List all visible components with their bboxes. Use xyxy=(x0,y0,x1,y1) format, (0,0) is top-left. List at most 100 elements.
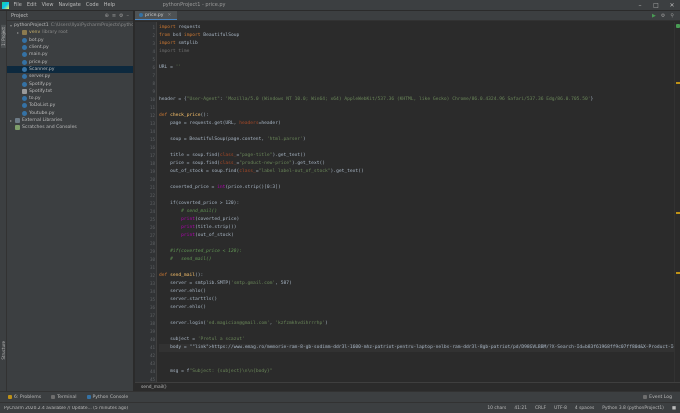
minimize-icon[interactable]: – xyxy=(632,2,648,9)
tree-item[interactable]: main.py xyxy=(7,51,133,58)
tree-item[interactable]: Scanner.py xyxy=(7,65,133,74)
tree-item-label: client.py xyxy=(29,45,49,51)
code-line[interactable]: import time xyxy=(159,48,189,56)
tree-item[interactable]: ▾ pythonProject1 C:\Users\Ilya\PycharmProj… xyxy=(7,22,133,29)
debug-icon[interactable]: ⚙ xyxy=(661,13,665,19)
locate-icon[interactable]: ⊕ xyxy=(105,13,109,19)
close-tab-icon[interactable]: ✕ xyxy=(168,13,172,18)
tool-window-bar: 6: Problems Terminal Python Console Even… xyxy=(0,391,680,402)
code-line[interactable]: out_of_stock = soup.find(class_="label l… xyxy=(159,168,364,176)
python-console-tool-button[interactable]: Python Console xyxy=(86,395,128,400)
run-icon[interactable]: ▶ xyxy=(652,13,656,19)
warning-marker[interactable] xyxy=(676,212,680,214)
menu-view[interactable]: View xyxy=(39,2,56,8)
code-line[interactable]: server.starttls() xyxy=(159,296,217,304)
menu-navigate[interactable]: Navigate xyxy=(56,2,83,8)
code-line[interactable]: coverted_price = int(price.strip()[0:3]) xyxy=(159,184,281,192)
file-encoding[interactable]: UTF-8 xyxy=(550,406,571,411)
indent-setting[interactable]: 4 spaces xyxy=(571,406,598,411)
code-line[interactable]: header = {"User-Agent": 'Mozilla/5.0 (Wi… xyxy=(159,96,593,104)
code-line[interactable]: page = requests.get(URL, headers=header) xyxy=(159,120,281,128)
code-line[interactable]: from bs4 import BeautifulSoup xyxy=(159,32,239,40)
code-line[interactable]: server.ehlo() xyxy=(159,288,206,296)
lock-icon[interactable]: ■ xyxy=(668,406,680,411)
code-line[interactable]: server.login('ed.magician@gmail.com', 'k… xyxy=(159,320,328,328)
close-icon[interactable]: ✕ xyxy=(664,2,680,9)
code-line[interactable]: body = ""link">https://www.emag.ro/memor… xyxy=(159,344,680,352)
code-line[interactable]: # send_mail() xyxy=(159,208,217,216)
code-line[interactable]: server.ehlo() xyxy=(159,304,206,312)
tree-item[interactable]: ▸ venv library root xyxy=(7,29,133,36)
tree-item[interactable]: Scratches and Consoles xyxy=(7,124,133,131)
code-line[interactable]: price = soup.find(class_="product-new-pr… xyxy=(159,160,325,168)
line-number: 22 xyxy=(149,193,155,198)
code-line[interactable]: import smtplib xyxy=(159,40,198,48)
line-number: 1 xyxy=(152,25,155,30)
menu-edit[interactable]: Edit xyxy=(24,2,39,8)
tree-item[interactable]: bot.py xyxy=(7,37,133,44)
code-line[interactable]: soup = BeautifulSoup(page.content, 'html… xyxy=(159,136,306,144)
structure-tool-button[interactable]: Structure xyxy=(1,341,6,360)
line-number: 40 xyxy=(149,337,155,342)
line-number: 26 xyxy=(149,225,155,230)
code-line[interactable]: title = soup.find(class_="page-title").g… xyxy=(159,152,306,160)
project-tool-button[interactable]: 1: Project xyxy=(1,25,6,48)
line-separator[interactable]: CRLF xyxy=(531,406,550,411)
code-line[interactable]: server = smtplib.SMTP('smtp.gmail.com', … xyxy=(159,280,292,288)
tree-item[interactable]: Youtube.py xyxy=(7,110,133,117)
line-number: 44 xyxy=(149,369,155,374)
line-number: 28 xyxy=(149,241,155,246)
tree-item[interactable]: Spotify.txt xyxy=(7,88,133,95)
code-line[interactable]: msg = f"Subject: {subject}\n\n{body}" xyxy=(159,368,272,376)
line-number: 18 xyxy=(149,161,155,166)
hide-icon[interactable]: – xyxy=(127,13,130,19)
warning-marker[interactable] xyxy=(676,272,680,274)
terminal-tool-button[interactable]: Terminal xyxy=(51,395,77,400)
menu-code[interactable]: Code xyxy=(83,2,101,8)
code-line[interactable]: import requests xyxy=(159,24,201,32)
code-line[interactable]: print(out_of_stock) xyxy=(159,232,234,240)
code-line[interactable]: def send_mail(): xyxy=(159,272,203,280)
code-line[interactable]: URL = '' xyxy=(159,64,181,72)
maximize-icon[interactable]: □ xyxy=(648,2,664,9)
tab-price-py[interactable]: price.py ✕ xyxy=(135,11,178,20)
tree-item[interactable]: Spotify.py xyxy=(7,80,133,87)
tree-item[interactable]: price.py xyxy=(7,58,133,65)
tree-item[interactable]: ToDoList.py xyxy=(7,102,133,109)
python-file-icon xyxy=(22,59,27,65)
menu-help[interactable]: Help xyxy=(101,2,117,8)
problems-tool-button[interactable]: 6: Problems xyxy=(8,395,41,400)
tree-item-label: venv xyxy=(29,30,41,36)
inspection-ok-icon[interactable] xyxy=(676,24,680,28)
code-area[interactable]: import requests from bs4 import Beautiful… xyxy=(159,22,680,391)
event-log-icon xyxy=(643,395,648,399)
expand-arrow-icon[interactable]: ▾ xyxy=(10,23,12,28)
event-log-button[interactable]: Event Log xyxy=(643,395,680,400)
code-line[interactable]: print(title.strip()) xyxy=(159,224,236,232)
line-number: 33 xyxy=(149,281,155,286)
caret-position[interactable]: 41:21 xyxy=(510,406,531,411)
window-controls: – □ ✕ xyxy=(632,2,680,9)
project-panel-title[interactable]: Project xyxy=(11,13,28,19)
code-line[interactable]: # send_mail() xyxy=(159,256,212,264)
search-icon[interactable]: ⚲ xyxy=(670,13,674,19)
warning-marker[interactable] xyxy=(676,82,680,84)
line-number: 2 xyxy=(152,33,155,38)
status-message[interactable]: PyCharm 2020.2.4 available // Update... … xyxy=(4,406,483,411)
code-line[interactable]: print(coverted_price) xyxy=(159,216,239,224)
breadcrumb-function[interactable]: send_mail() xyxy=(141,385,167,390)
menu-file[interactable]: File xyxy=(11,2,24,8)
tree-item[interactable]: client.py xyxy=(7,44,133,51)
editor-gutter: 1 2 3 4 5 6 7 8 9 10 11 12 13 14 15 16 17 18 19 20 21 22 23 24 2… xyxy=(135,22,157,391)
code-line[interactable]: #if(coverted_price < 120): xyxy=(159,248,242,256)
tree-item-label: Scanner.py xyxy=(29,66,55,72)
tree-item[interactable]: ▸ External Libraries xyxy=(7,117,133,124)
tree-item[interactable]: server.py xyxy=(7,73,133,80)
tree-item[interactable]: to.py xyxy=(7,95,133,102)
gear-icon[interactable]: ⚙ xyxy=(119,13,123,19)
code-line[interactable]: if(coverted_price > 120): xyxy=(159,200,239,208)
collapse-icon[interactable]: ≡ xyxy=(112,13,116,19)
interpreter-selector[interactable]: Python 3.8 (pythonProject1) xyxy=(598,406,668,411)
code-line[interactable]: def check_price(): xyxy=(159,112,209,120)
code-line[interactable]: subject = 'Pretul a scazut' xyxy=(159,336,245,344)
